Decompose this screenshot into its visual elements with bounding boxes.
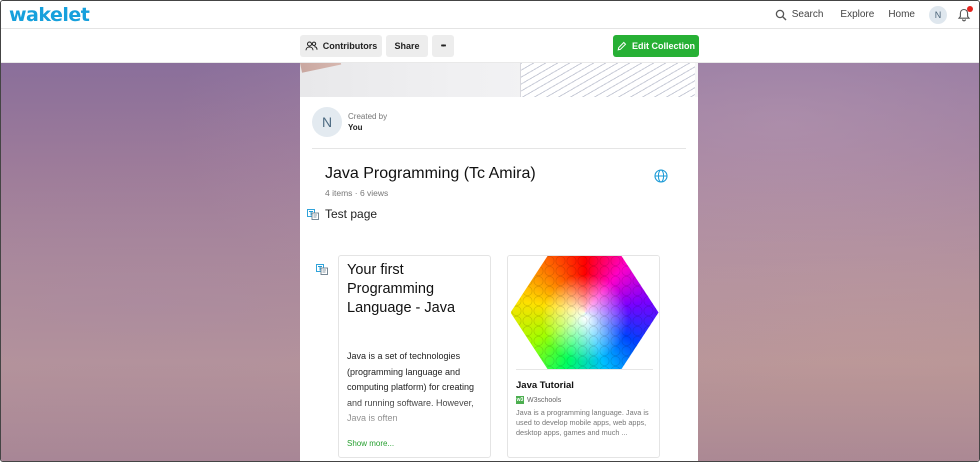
link-source: w3 W3schools: [516, 396, 561, 404]
edit-collection-label: Edit Collection: [632, 41, 695, 51]
link-source-name: W3schools: [527, 396, 562, 404]
nav-explore[interactable]: Explore: [840, 9, 874, 20]
collection-meta: 4 items · 6 views: [325, 188, 389, 198]
show-more-link[interactable]: Show more...: [347, 439, 394, 448]
creator-info: N Created by You: [312, 107, 387, 137]
contributors-button[interactable]: Contributors: [300, 35, 382, 57]
section-header: Test page: [307, 207, 377, 221]
collection-title: Java Programming (Tc Amira): [325, 165, 536, 182]
creator-text: Created by You: [348, 112, 387, 132]
link-thumbnail: [508, 256, 659, 369]
created-by-caption: Created by: [348, 112, 388, 121]
people-icon: [305, 41, 318, 51]
text-item-card[interactable]: Your first Programming Language - Java J…: [338, 255, 491, 458]
notification-dot: [967, 5, 973, 12]
user-avatar[interactable]: N: [929, 5, 947, 24]
edit-collection-button[interactable]: Edit Collection: [613, 35, 699, 57]
notifications-button[interactable]: [957, 5, 973, 22]
creator-avatar[interactable]: N: [312, 107, 342, 137]
more-options-button[interactable]: •••: [432, 35, 454, 57]
search-button[interactable]: Search: [775, 9, 824, 21]
text-block-icon: [307, 208, 319, 220]
share-label: Share: [394, 41, 420, 51]
collection-toolbar: Contributors Share ••• Edit Collection: [1, 30, 979, 63]
creator-name[interactable]: You: [348, 123, 387, 132]
wakelet-logo[interactable]: wakelet: [9, 4, 90, 26]
section-title: Test page: [325, 207, 378, 221]
divider: [312, 148, 686, 149]
nav-right: Search Explore Home N: [775, 5, 973, 24]
text-fade-overlay: [339, 396, 490, 441]
text-item-icon: [316, 264, 328, 275]
link-title[interactable]: Java Tutorial: [516, 380, 574, 391]
link-separator: [516, 369, 653, 370]
cover-image: [300, 63, 698, 97]
link-item-card[interactable]: Java Tutorial w3 W3schools Java is a pro…: [507, 255, 660, 458]
share-button[interactable]: Share: [386, 35, 428, 57]
search-label: Search: [791, 9, 824, 20]
contributors-label: Contributors: [322, 41, 378, 51]
cover-paper-graphic: [520, 63, 695, 97]
pencil-icon: [617, 41, 627, 51]
link-description: Java is a programming language. Java is …: [516, 408, 649, 437]
w3schools-favicon-icon: w3: [516, 396, 524, 404]
globe-icon[interactable]: [654, 169, 668, 183]
search-icon: [775, 9, 787, 20]
top-navbar: wakelet Search Explore Home N: [1, 1, 979, 29]
more-options-icon: •••: [440, 42, 446, 50]
nav-home[interactable]: Home: [888, 9, 915, 20]
text-item-heading: Your first Programming Language - Java: [347, 262, 456, 316]
hexagon-grid-overlay: [511, 256, 659, 369]
browser-window: wakelet Search Explore Home N Contributo…: [0, 0, 980, 462]
cover-pencil-graphic: [300, 63, 342, 73]
collection-card: N Created by You Java Programming (Tc Am…: [300, 63, 698, 461]
